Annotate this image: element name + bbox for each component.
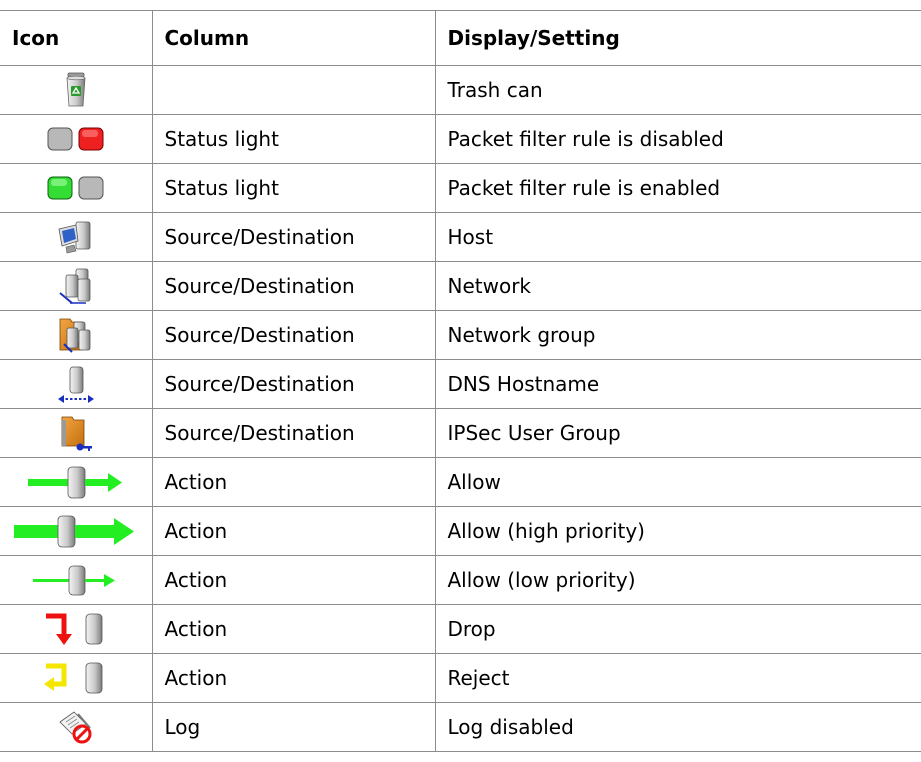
row-column: Action [151, 604, 436, 654]
action-reject-icon [40, 659, 112, 697]
row-display: Allow (high priority) [434, 506, 921, 556]
table-row: Log Log disabled [0, 702, 921, 752]
row-column: Status light [151, 114, 436, 164]
action-allow-icon [24, 464, 128, 500]
row-column: Action [151, 653, 436, 703]
log-disabled-icon [56, 710, 96, 744]
table-row: Source/Destination Network group [0, 310, 921, 360]
row-column: Action [151, 555, 436, 605]
action-drop-icon [40, 610, 112, 648]
row-column: Action [151, 457, 436, 507]
network-icon [56, 267, 96, 305]
action-allow-low-priority-icon [29, 562, 123, 598]
row-column [151, 65, 436, 115]
table-row: Action Allow (high priority) [0, 506, 921, 556]
row-column: Source/Destination [151, 261, 436, 311]
table-row: Source/Destination DNS Hostname [0, 359, 921, 409]
row-column: Source/Destination [151, 408, 436, 458]
icon-legend-table: Icon Column Display/Setting Trash can St… [0, 10, 921, 752]
table-row: Source/Destination Host [0, 212, 921, 262]
dns-hostname-icon [56, 365, 96, 403]
table-header-row: Icon Column Display/Setting [0, 10, 921, 66]
row-column: Source/Destination [151, 359, 436, 409]
row-display: Allow [434, 457, 921, 507]
row-display: Network [434, 261, 921, 311]
host-icon [56, 219, 96, 255]
table-row: Action Allow [0, 457, 921, 507]
row-display: Allow (low priority) [434, 555, 921, 605]
header-icon: Icon [0, 10, 153, 66]
page: { "headers": { "icon": "Icon", "column":… [0, 0, 921, 762]
status-light-enabled-icon [46, 175, 106, 201]
trash-can-icon [65, 72, 87, 108]
status-light-disabled-icon [46, 126, 106, 152]
row-column: Source/Destination [151, 310, 436, 360]
row-display: Host [434, 212, 921, 262]
row-column: Status light [151, 163, 436, 213]
table-row: Action Drop [0, 604, 921, 654]
row-column: Source/Destination [151, 212, 436, 262]
row-display: Packet filter rule is enabled [434, 163, 921, 213]
row-display: Log disabled [434, 702, 921, 752]
row-display: Packet filter rule is disabled [434, 114, 921, 164]
table-row: Source/Destination IPSec User Group [0, 408, 921, 458]
row-display: Reject [434, 653, 921, 703]
table-row: Trash can [0, 65, 921, 115]
row-display: IPSec User Group [434, 408, 921, 458]
table-row: Source/Destination Network [0, 261, 921, 311]
row-column: Action [151, 506, 436, 556]
action-allow-high-priority-icon [13, 513, 138, 549]
row-display: Trash can [434, 65, 921, 115]
row-display: Drop [434, 604, 921, 654]
row-column: Log [151, 702, 436, 752]
network-group-icon [56, 316, 96, 354]
table-row: Action Reject [0, 653, 921, 703]
row-display: DNS Hostname [434, 359, 921, 409]
table-row: Action Allow (low priority) [0, 555, 921, 605]
table-row: Status light Packet filter rule is disab… [0, 114, 921, 164]
row-display: Network group [434, 310, 921, 360]
table-row: Status light Packet filter rule is enabl… [0, 163, 921, 213]
header-column: Column [151, 10, 436, 66]
ipsec-user-group-icon [56, 414, 96, 452]
header-display-setting: Display/Setting [434, 10, 921, 66]
